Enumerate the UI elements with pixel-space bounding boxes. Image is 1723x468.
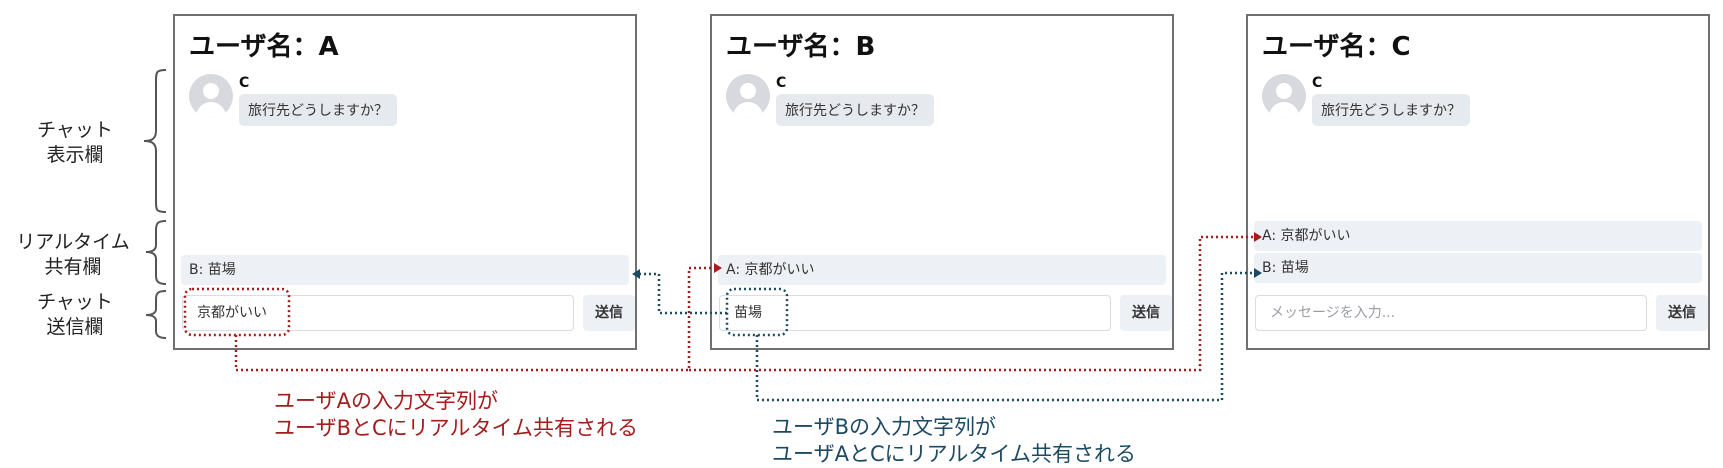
arrowhead-user-b-to-c — [1254, 268, 1262, 278]
arrowhead-user-b-to-a — [632, 269, 640, 279]
highlight-box-user-a — [183, 287, 291, 337]
arrowhead-user-a-to-c — [1254, 232, 1262, 242]
connector-user-b — [640, 271, 1254, 402]
highlight-box-user-b — [725, 287, 789, 337]
connector-user-a — [234, 235, 1254, 372]
caption-user-a: ユーザAの入力文字列が ユーザBとCにリアルタイム共有される — [274, 389, 639, 440]
connector-lines — [183, 232, 1262, 402]
arrowhead-user-a-to-b — [714, 263, 722, 273]
caption-user-b: ユーザBの入力文字列が ユーザAとCにリアルタイム共有される — [772, 415, 1136, 466]
